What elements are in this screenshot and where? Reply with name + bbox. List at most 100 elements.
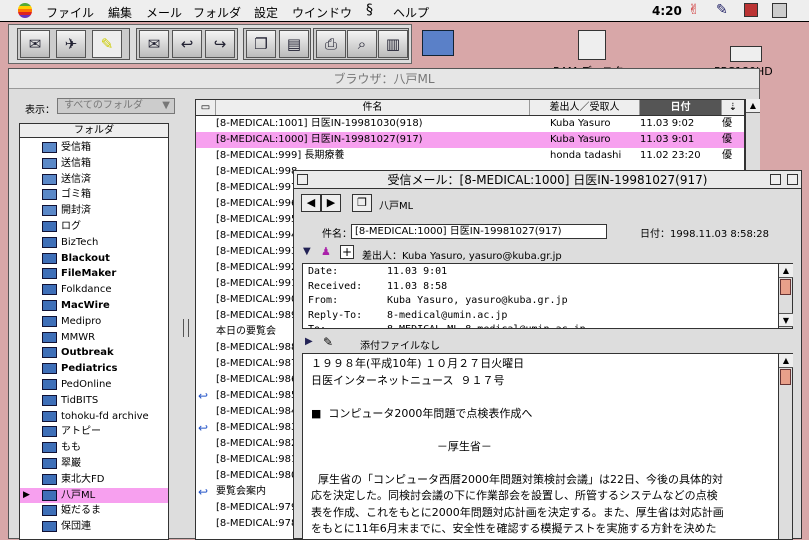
- new-message-button[interactable]: ✉: [139, 30, 169, 58]
- show-folder-button[interactable]: ❐: [352, 194, 372, 212]
- menu-window[interactable]: ウインドウ: [292, 4, 352, 21]
- browser-title[interactable]: ブラウザ：八戸ML: [9, 69, 759, 89]
- expand-triangle-icon[interactable]: ▼: [303, 246, 311, 257]
- column-date[interactable]: 日付: [640, 100, 722, 115]
- folder-icon: [42, 363, 57, 374]
- toolbar-group-mail: ✉ ✈ ✎: [17, 28, 130, 60]
- folder-item[interactable]: 姫だるま: [20, 503, 168, 519]
- menu-help[interactable]: ヘルプ: [393, 4, 429, 21]
- folder-item[interactable]: Pediatrics: [20, 361, 168, 377]
- message-window-title[interactable]: 受信メール：[8-MEDICAL:1000] 日医IN-19981027(917…: [294, 171, 801, 189]
- folder-item[interactable]: BizTech: [20, 235, 168, 251]
- menu-folder[interactable]: フォルダ: [193, 4, 241, 21]
- scroll-up-icon[interactable]: ▲: [779, 264, 793, 278]
- toolbar: ✉ ✈ ✎ ✉ ↩ ↪ ❐ ▤ ⎙ ⌕ ▥: [8, 24, 412, 64]
- draft-icon: ✎: [93, 35, 121, 53]
- menu-mail[interactable]: メール: [146, 4, 182, 21]
- address-book-button[interactable]: ▤: [279, 30, 309, 58]
- arrow-right-icon: ▶: [327, 196, 335, 209]
- scroll-up-icon[interactable]: ▲: [746, 99, 760, 113]
- get-mail-button[interactable]: ✉: [20, 30, 50, 58]
- previous-message-button[interactable]: ◀: [301, 194, 321, 212]
- pen-icon[interactable]: ✎: [716, 2, 728, 18]
- display-select[interactable]: すべてのフォルダ ▼: [57, 98, 175, 114]
- collapse-box-icon[interactable]: [787, 174, 798, 185]
- forward-button[interactable]: ↪: [205, 30, 235, 58]
- folder-icon: [42, 268, 57, 279]
- reply-arrow-icon: ↩: [198, 420, 208, 436]
- folder-item[interactable]: もも: [20, 440, 168, 456]
- menu-settings[interactable]: 設定: [254, 4, 278, 21]
- folder-label: Blackout: [61, 251, 110, 266]
- script-menu-icon[interactable]: §: [366, 2, 373, 18]
- app-switcher-icon[interactable]: [744, 3, 758, 17]
- folder-item[interactable]: ログ: [20, 219, 168, 235]
- header-scrollbar[interactable]: ▲ ▼: [778, 263, 793, 329]
- folder-item[interactable]: 保団連: [20, 519, 168, 535]
- send-mail-button[interactable]: ✈: [56, 30, 86, 58]
- folder-item[interactable]: MacWire: [20, 298, 168, 314]
- folder-header: フォルダ: [20, 124, 168, 138]
- search-button[interactable]: ⌕: [347, 30, 377, 58]
- scroll-thumb[interactable]: [780, 279, 791, 295]
- folder-item[interactable]: 受信箱: [20, 140, 168, 156]
- folder-item[interactable]: FileMaker: [20, 266, 168, 282]
- control-strip-icon[interactable]: ✌: [688, 2, 700, 18]
- next-message-button[interactable]: ▶: [321, 194, 341, 212]
- paperclip-icon: ✎: [323, 335, 333, 349]
- close-box-icon[interactable]: [297, 174, 308, 185]
- body-scrollbar[interactable]: ▲: [778, 353, 793, 540]
- print-button[interactable]: ⎙: [316, 30, 346, 58]
- column-subject[interactable]: 件名: [216, 100, 530, 115]
- open-folder-button[interactable]: ❐: [246, 30, 276, 58]
- folder-item[interactable]: tohoku-fd archive: [20, 409, 168, 425]
- folder-label: もも: [61, 440, 81, 455]
- folder-list: 受信箱送信箱送信済ゴミ箱開封済ログBizTechBlackoutFileMake…: [20, 138, 168, 540]
- folder-item[interactable]: Folkdance: [20, 282, 168, 298]
- folder-item[interactable]: MMWR: [20, 330, 168, 346]
- scroll-down-icon[interactable]: ▼: [779, 313, 793, 327]
- pane-splitter[interactable]: [183, 319, 189, 337]
- scroll-thumb[interactable]: [780, 369, 791, 385]
- folder-item[interactable]: 開封済: [20, 203, 168, 219]
- folder-icon[interactable]: [422, 30, 454, 56]
- folder-item[interactable]: Blackout: [20, 251, 168, 267]
- header-key: To:: [308, 323, 326, 329]
- folder-item[interactable]: 東北大FD: [20, 472, 168, 488]
- trash-button[interactable]: ▥: [378, 30, 408, 58]
- message-row[interactable]: [8-MEDICAL:1001] 日医IN-19981030(918)Kuba …: [196, 116, 744, 132]
- message-list-header: ▭ 件名 差出人／受取人 日付 ⇣: [196, 100, 744, 116]
- menu-file[interactable]: ファイル: [46, 4, 94, 21]
- reply-button[interactable]: ↩: [172, 30, 202, 58]
- folder-item[interactable]: 送信済: [20, 172, 168, 188]
- add-address-button[interactable]: +: [340, 245, 354, 259]
- zoom-box-icon[interactable]: [770, 174, 781, 185]
- folder-item[interactable]: ゴミ箱: [20, 187, 168, 203]
- menu-edit[interactable]: 編集: [108, 4, 132, 21]
- apple-menu-icon[interactable]: [18, 3, 32, 18]
- column-from[interactable]: 差出人／受取人: [530, 100, 640, 115]
- ram-disk-icon[interactable]: [578, 30, 606, 60]
- column-sort-icon[interactable]: ⇣: [722, 100, 744, 115]
- message-body[interactable]: １９９８年(平成10年) １０月２７日火曜日日医インターネットニュース ９１７号…: [302, 353, 780, 540]
- subject-field[interactable]: [8-MEDICAL:1000] 日医IN-19981027(917): [351, 224, 607, 239]
- folder-item[interactable]: Outbreak: [20, 345, 168, 361]
- menu-clock[interactable]: 4:20: [652, 4, 682, 18]
- expand-attachments-icon[interactable]: ▶: [305, 336, 313, 347]
- message-row[interactable]: [8-MEDICAL:999] 長期療養honda tadashi11.02 2…: [196, 148, 744, 164]
- draft-button[interactable]: ✎: [92, 30, 122, 58]
- folder-item[interactable]: TidBITS: [20, 393, 168, 409]
- folder-item[interactable]: 送信箱: [20, 156, 168, 172]
- message-row[interactable]: [8-MEDICAL:1000] 日医IN-19981027(917)Kuba …: [196, 132, 744, 148]
- folder-item[interactable]: Medipro: [20, 314, 168, 330]
- folder-icon: [42, 300, 57, 311]
- folder-item[interactable]: 翠巌: [20, 456, 168, 472]
- application-menu-icon[interactable]: [772, 3, 787, 18]
- expand-triangle-icon[interactable]: ▶: [23, 488, 30, 503]
- folder-item[interactable]: アトピー: [20, 424, 168, 440]
- column-status-icon[interactable]: ▭: [196, 100, 216, 115]
- folder-item[interactable]: PedOnline: [20, 377, 168, 393]
- folder-item[interactable]: ▶八戸ML: [20, 488, 168, 504]
- hard-disk-icon[interactable]: [730, 46, 762, 62]
- scroll-up-icon[interactable]: ▲: [779, 354, 793, 368]
